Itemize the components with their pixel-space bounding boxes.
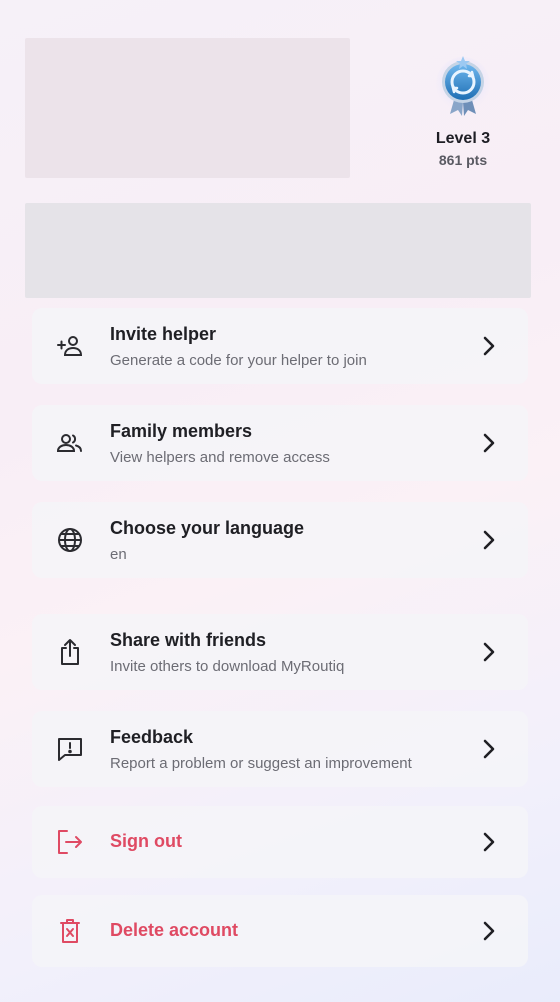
trash-icon — [56, 917, 84, 945]
feedback-row[interactable]: Feedback Report a problem or suggest an … — [32, 711, 528, 787]
chevron-right-icon — [482, 920, 496, 942]
level-points: 861 pts — [438, 152, 488, 168]
chevron-right-icon — [482, 738, 496, 760]
profile-placeholder — [25, 38, 350, 178]
choose-language-row[interactable]: Choose your language en — [32, 502, 528, 578]
globe-icon — [56, 526, 84, 554]
people-icon — [56, 429, 84, 457]
feedback-title: Feedback — [110, 727, 194, 747]
level-badge-area: Level 3 861 pts — [418, 50, 508, 168]
content-placeholder — [25, 203, 531, 298]
delete-account-label: Delete account — [110, 920, 239, 940]
invite-helper-title: Invite helper — [110, 324, 217, 344]
invite-helper-subtitle: Generate a code for your helper to join — [110, 352, 367, 369]
feedback-subtitle: Report a problem or suggest an improveme… — [110, 755, 412, 772]
chevron-right-icon — [482, 335, 496, 357]
current-language-value: en — [110, 546, 127, 563]
invite-helper-row[interactable]: Invite helper Generate a code for your h… — [32, 308, 528, 384]
share-with-friends-row[interactable]: Share with friends Invite others to down… — [32, 614, 528, 690]
feedback-icon — [56, 735, 84, 763]
sign-out-label: Sign out — [110, 831, 182, 851]
share-icon — [56, 638, 84, 666]
chevron-right-icon — [482, 529, 496, 551]
chevron-right-icon — [482, 831, 496, 853]
family-members-subtitle: View helpers and remove access — [110, 449, 330, 466]
family-members-row[interactable]: Family members View helpers and remove a… — [32, 405, 528, 481]
delete-account-row[interactable]: Delete account — [32, 895, 528, 967]
family-members-title: Family members — [110, 421, 253, 441]
chevron-right-icon — [482, 641, 496, 663]
level-title: Level 3 — [435, 130, 491, 147]
choose-language-title: Choose your language — [110, 518, 305, 538]
share-with-friends-subtitle: Invite others to download MyRoutiq — [110, 658, 345, 675]
person-add-icon — [56, 332, 84, 360]
sign-out-icon — [56, 828, 84, 856]
share-with-friends-title: Share with friends — [110, 630, 267, 650]
chevron-right-icon — [482, 432, 496, 454]
level-medal-icon — [436, 50, 490, 120]
sign-out-row[interactable]: Sign out — [32, 806, 528, 878]
